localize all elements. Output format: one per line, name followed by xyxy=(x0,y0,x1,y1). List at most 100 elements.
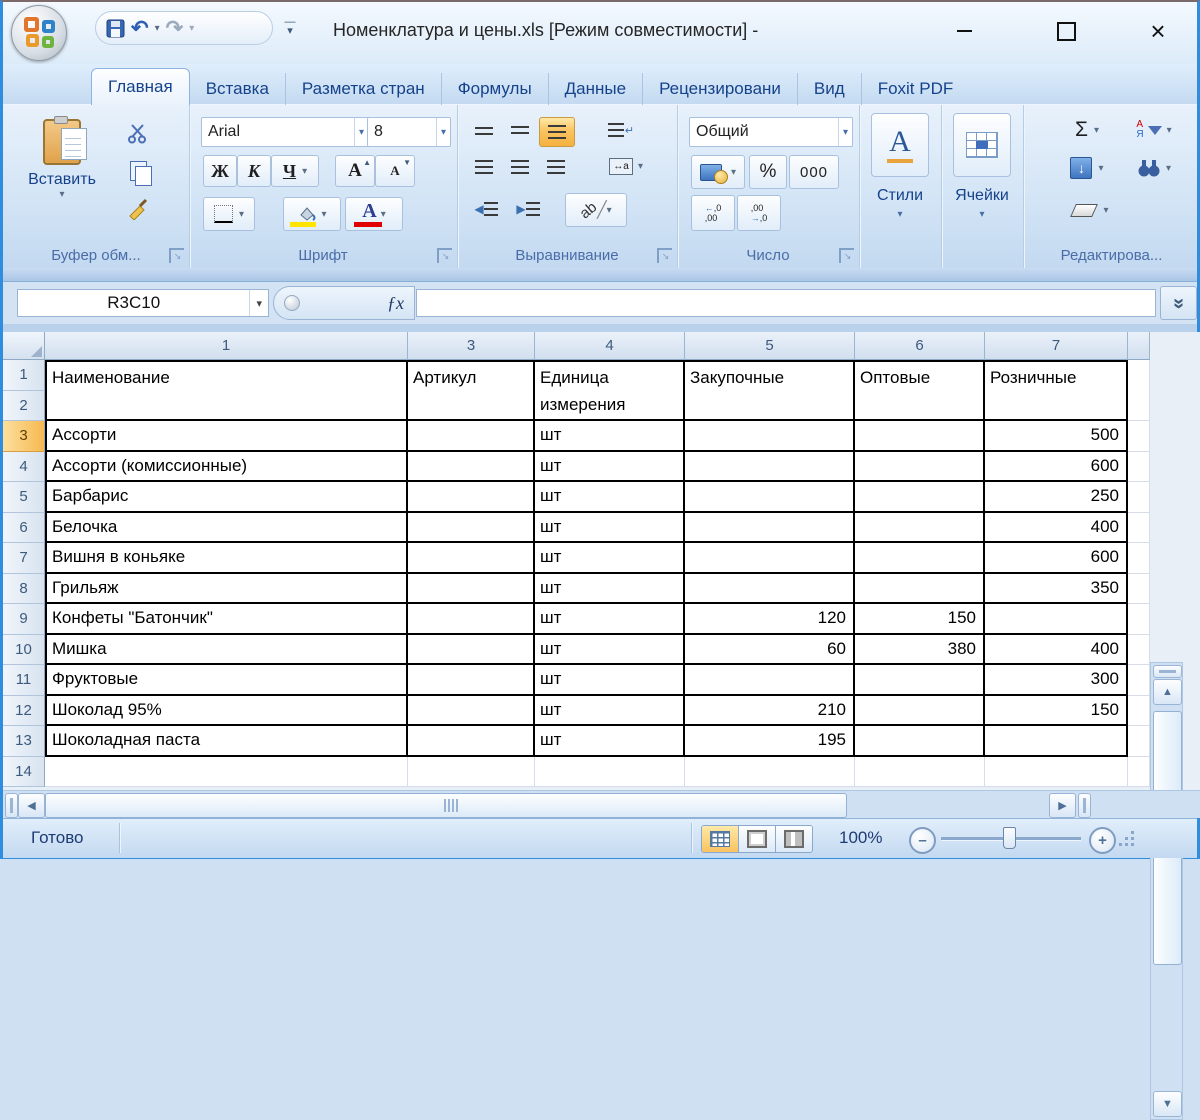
font-size-combobox[interactable]: 8 ▾ xyxy=(367,117,451,147)
chevron-down-icon[interactable]: ▾ xyxy=(1094,125,1099,136)
align-bottom-button[interactable] xyxy=(539,117,575,147)
cell-partial[interactable] xyxy=(1128,421,1150,452)
insert-function-button[interactable]: ƒx xyxy=(387,293,404,314)
cell-r6-c1[interactable]: Белочка xyxy=(45,512,408,543)
chevron-down-icon[interactable]: ▾ xyxy=(239,209,244,220)
cell-partial[interactable] xyxy=(1128,634,1150,665)
align-left-button[interactable] xyxy=(467,153,501,181)
cell-r4-c3[interactable]: шт xyxy=(535,451,685,482)
zoom-out-button[interactable]: – xyxy=(909,827,936,854)
cell-r3-c2[interactable] xyxy=(408,421,535,452)
cell-partial[interactable] xyxy=(1128,695,1150,726)
customize-qat-button[interactable]: — ▾ xyxy=(279,17,301,40)
align-right-button[interactable] xyxy=(539,153,573,181)
cell-partial[interactable] xyxy=(1128,451,1150,482)
tab-4[interactable]: Формулы xyxy=(442,73,549,105)
cell-r8-c5[interactable] xyxy=(855,573,985,604)
row-header-10[interactable]: 10 xyxy=(3,634,45,665)
select-all-button[interactable] xyxy=(3,332,45,360)
font-color-button[interactable]: А ▾ xyxy=(345,197,403,231)
cell-r9-c3[interactable]: шт xyxy=(535,604,685,635)
row-header-6[interactable]: 6 xyxy=(3,512,45,543)
borders-button[interactable]: ▾ xyxy=(203,197,255,231)
chevron-down-icon[interactable]: ▾ xyxy=(1166,163,1171,174)
cell-r13-c6[interactable] xyxy=(985,726,1128,757)
cell-r12-c4[interactable]: 210 xyxy=(685,695,855,726)
chevron-down-icon[interactable]: ▾ xyxy=(302,166,307,177)
cell-r3-c4[interactable] xyxy=(685,421,855,452)
increase-decimal-button[interactable]: ←,0,00 xyxy=(691,195,735,231)
column-header-partial[interactable] xyxy=(1128,332,1150,360)
column-header-7[interactable]: 7 xyxy=(985,332,1128,360)
chevron-down-icon[interactable]: ▾ xyxy=(1103,205,1108,216)
cell-r7-c1[interactable]: Вишня в коньяке xyxy=(45,543,408,574)
cell-r4-c4[interactable] xyxy=(685,451,855,482)
autosum-button[interactable]: Σ ▾ xyxy=(1061,115,1113,145)
number-format-combobox[interactable]: Общий ▾ xyxy=(689,117,853,147)
tab-5[interactable]: Данные xyxy=(549,73,644,105)
cell-partial[interactable] xyxy=(1128,726,1150,757)
number-dialog-launcher[interactable]: ↘ xyxy=(839,248,854,263)
normal-view-button[interactable] xyxy=(702,826,739,852)
cell-r8-c3[interactable]: шт xyxy=(535,573,685,604)
cell-r3-c3[interactable]: шт xyxy=(535,421,685,452)
cell-r11-c1[interactable]: Фруктовые xyxy=(45,665,408,696)
cell-r14-c3[interactable] xyxy=(535,756,685,787)
cell-r7-c4[interactable] xyxy=(685,543,855,574)
tab-8[interactable]: Foxit PDF xyxy=(862,73,970,105)
align-top-button[interactable] xyxy=(467,117,501,145)
cell-r5-c4[interactable] xyxy=(685,482,855,513)
clear-button[interactable]: ▾ xyxy=(1063,195,1119,225)
horizontal-scroll-thumb[interactable] xyxy=(45,793,847,818)
align-middle-button[interactable] xyxy=(503,117,537,145)
scroll-down-button[interactable]: ▼ xyxy=(1153,1091,1182,1117)
styles-button[interactable]: A Стили ▾ xyxy=(866,113,934,220)
cell-r12-c5[interactable] xyxy=(855,695,985,726)
column-header-1[interactable]: 1 xyxy=(45,332,408,360)
cell-r9-c4[interactable]: 120 xyxy=(685,604,855,635)
scroll-left-button[interactable]: ◀ xyxy=(18,793,45,818)
header-cell-3[interactable]: Единица измерения xyxy=(535,360,685,421)
cell-r10-c2[interactable] xyxy=(408,634,535,665)
sort-filter-button[interactable]: АЯ ▾ xyxy=(1123,115,1185,145)
column-header-3[interactable]: 3 xyxy=(408,332,535,360)
tab-3[interactable]: Разметка стран xyxy=(286,73,442,105)
bold-button[interactable]: Ж xyxy=(203,155,237,187)
minimize-button[interactable] xyxy=(941,16,987,46)
cell-r7-c6[interactable]: 600 xyxy=(985,543,1128,574)
cell-r11-c2[interactable] xyxy=(408,665,535,696)
column-header-6[interactable]: 6 xyxy=(855,332,985,360)
save-button[interactable] xyxy=(106,15,125,41)
cell-r4-c6[interactable]: 600 xyxy=(985,451,1128,482)
office-button[interactable] xyxy=(11,5,67,61)
undo-dropdown[interactable]: ▾ xyxy=(155,15,160,41)
cell-r13-c5[interactable] xyxy=(855,726,985,757)
font-dialog-launcher[interactable]: ↘ xyxy=(437,248,452,263)
cell-r5-c1[interactable]: Барбарис xyxy=(45,482,408,513)
cell-r12-c2[interactable] xyxy=(408,695,535,726)
clipboard-dialog-launcher[interactable]: ↘ xyxy=(169,248,184,263)
cell-r13-c4[interactable]: 195 xyxy=(685,726,855,757)
cell-r9-c5[interactable]: 150 xyxy=(855,604,985,635)
formula-input[interactable] xyxy=(416,289,1156,317)
cell-r13-c3[interactable]: шт xyxy=(535,726,685,757)
cell-partial[interactable] xyxy=(1128,360,1150,421)
expand-formula-bar-button[interactable]: « xyxy=(1160,286,1197,320)
chevron-down-icon[interactable]: ▾ xyxy=(731,167,736,178)
page-break-view-button[interactable] xyxy=(776,826,812,852)
cell-r14-c4[interactable] xyxy=(685,756,855,787)
header-cell-2[interactable]: Артикул xyxy=(408,360,535,421)
cell-r13-c2[interactable] xyxy=(408,726,535,757)
cell-r14-c7[interactable] xyxy=(1128,756,1150,787)
cell-r11-c5[interactable] xyxy=(855,665,985,696)
page-layout-view-button[interactable] xyxy=(739,826,776,852)
close-button[interactable]: × xyxy=(1135,16,1181,46)
name-box[interactable]: R3C10 ▾ xyxy=(17,289,269,317)
decrease-decimal-button[interactable]: ,00 →,0 xyxy=(737,195,781,231)
orientation-button[interactable]: ab ╱ ▾ xyxy=(565,193,627,227)
cell-r7-c3[interactable]: шт xyxy=(535,543,685,574)
chevron-down-icon[interactable]: ▾ xyxy=(381,209,386,220)
cell-r9-c1[interactable]: Конфеты "Батончик" xyxy=(45,604,408,635)
chevron-down-icon[interactable]: ▾ xyxy=(353,118,368,146)
horizontal-scrollbar[interactable]: ◀ ▶ xyxy=(3,790,1200,818)
